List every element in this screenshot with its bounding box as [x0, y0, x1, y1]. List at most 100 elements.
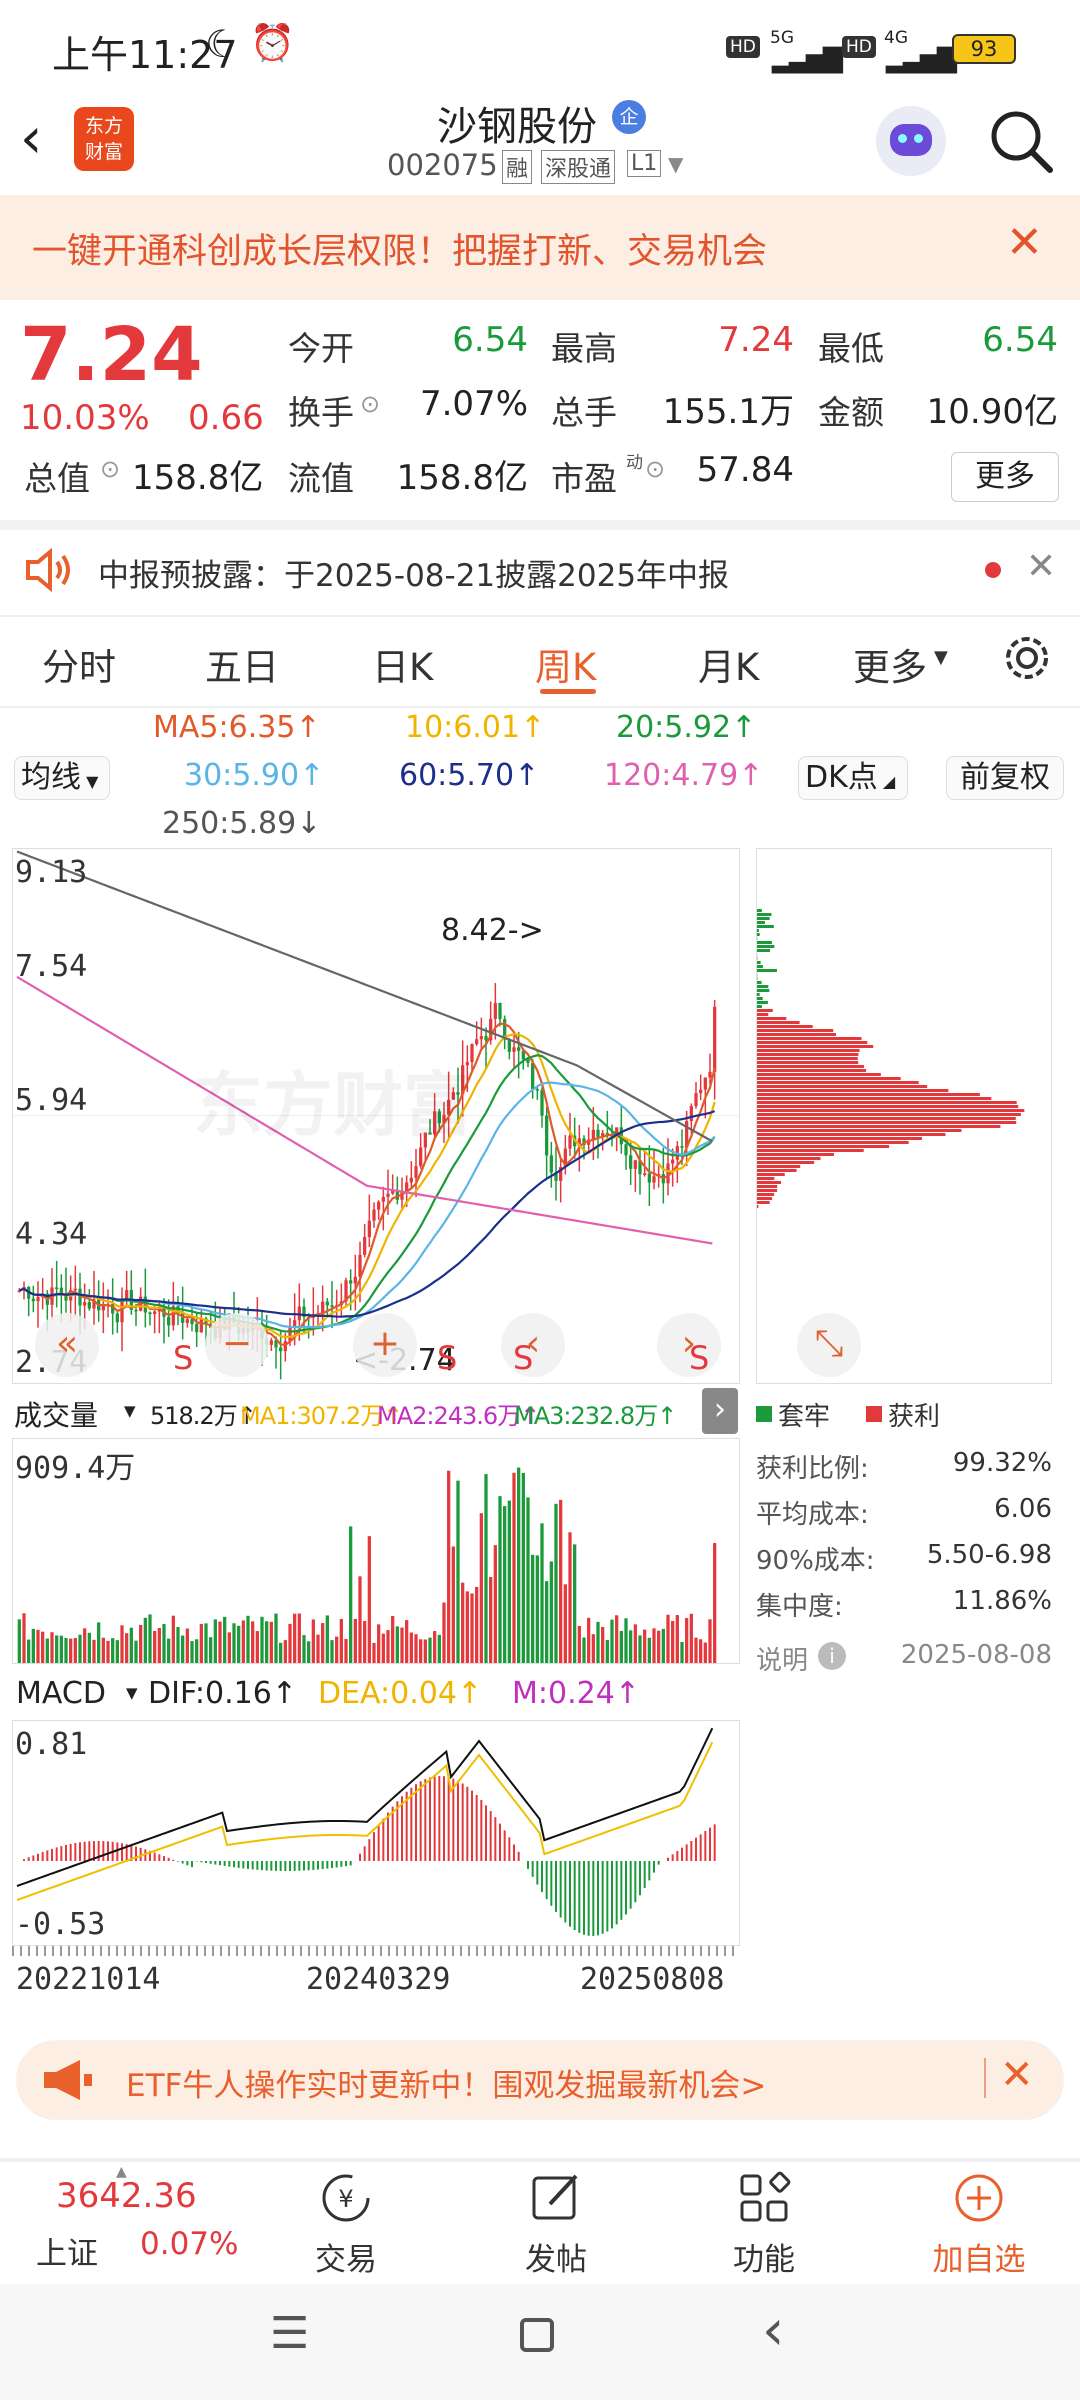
chip-bar [757, 965, 763, 968]
volume-max-label: 909.4万 [15, 1451, 136, 1486]
info-icon[interactable]: ⊙ [100, 455, 120, 483]
add-watchlist-button[interactable]: 加自选 [914, 2170, 1044, 2279]
back-icon[interactable]: ‹ [20, 106, 42, 171]
volume-bar [59, 1635, 63, 1663]
info-icon[interactable]: ⊙ [360, 390, 380, 418]
pe-value: 57.84 [696, 450, 794, 490]
index-ticker[interactable]: ▲ 3642.36 上证 0.07% [0, 2162, 240, 2282]
notice-bar[interactable]: 中报预披露：于2025-08-21披露2025年中报 ✕ [0, 530, 1080, 615]
caret-down-icon[interactable]: ▼ [668, 152, 683, 176]
close-icon[interactable]: ✕ [1006, 217, 1043, 268]
functions-button[interactable]: 功能 [704, 2170, 824, 2279]
chip-date: 2025-08-08 [900, 1640, 1052, 1670]
close-icon[interactable]: ✕ [1000, 2052, 1034, 2098]
volume-bar [246, 1615, 250, 1663]
tab-daily-k[interactable]: 日K [372, 637, 433, 691]
volume-bar [591, 1634, 595, 1663]
info-icon[interactable]: ⊙ [645, 455, 665, 483]
info-icon[interactable]: i [818, 1642, 846, 1670]
chip-bar [757, 1009, 773, 1012]
amount-value: 10.90亿 [926, 392, 1058, 432]
chip-distribution-chart[interactable]: ⤡ [756, 848, 1052, 1384]
tab-five-day[interactable]: 五日 [205, 637, 279, 691]
chip-bar [757, 1061, 859, 1064]
assistant-avatar[interactable] [876, 106, 946, 176]
scroll-left-button[interactable]: « [35, 1313, 99, 1377]
chip-bar [757, 933, 760, 936]
chip-bar [757, 961, 761, 964]
volume-bar [545, 1581, 549, 1663]
promo-banner[interactable]: 一键开通科创成长层权限！把握打新、交易机会 ✕ [0, 195, 1080, 300]
divider [0, 520, 1080, 530]
volume-bar [55, 1635, 59, 1663]
expand-right-icon[interactable]: › [702, 1388, 738, 1434]
macd-bottom-label: -0.53 [15, 1907, 106, 1942]
avg-cost-value: 6.06 [994, 1494, 1052, 1524]
macd-chart[interactable]: 0.81 -0.53 [12, 1720, 740, 1946]
candle-body [134, 1309, 138, 1312]
margin-tag: 融 [502, 150, 533, 184]
trapped-label: 套牢 [778, 1402, 831, 1432]
y-label-2: 7.54 [15, 949, 88, 984]
chip-bar [757, 1005, 762, 1008]
trade-button[interactable]: ¥ 交易 [286, 2170, 406, 2279]
candle-body [689, 1106, 693, 1122]
macd-selector[interactable]: MACD [16, 1676, 106, 1711]
candle-body [36, 1297, 40, 1302]
candle-body [517, 1047, 521, 1051]
nav-bar: ‹ 东方 财富 沙钢股份 企 002075 融 深股通 L1 ▼ [0, 100, 1080, 195]
menu-icon[interactable]: ☰ [270, 2308, 309, 2359]
volume-chart[interactable]: 909.4万 [12, 1438, 740, 1664]
volume-bar [232, 1623, 236, 1663]
post-button[interactable]: 发帖 [496, 2170, 616, 2279]
volume-bar [363, 1621, 367, 1663]
volume-bar [227, 1632, 231, 1663]
moon-icon: ☾ [205, 22, 240, 66]
app-logo[interactable]: 东方 财富 [74, 107, 134, 171]
candle-body [633, 1160, 637, 1169]
hd-badge: HD [726, 36, 760, 58]
volume-selector[interactable]: 成交量 [14, 1394, 98, 1434]
ma-selector[interactable]: 均线 ▼ [14, 756, 110, 800]
adjust-selector[interactable]: 前复权 [946, 756, 1064, 800]
tab-intraday[interactable]: 分时 [42, 637, 116, 691]
volume-bar [283, 1640, 287, 1663]
candle-body [353, 1276, 357, 1284]
signal-icon-2: ▂▃▅▇ [886, 44, 957, 74]
chip-bar [757, 1185, 778, 1188]
settings-gear-icon[interactable] [1000, 631, 1054, 685]
back-icon[interactable]: ‹ [762, 2298, 784, 2363]
stock-name: 沙钢股份 [437, 104, 597, 150]
volume-bar [321, 1623, 325, 1663]
etf-banner[interactable]: ETF牛人操作实时更新中！围观发掘最新机会> ✕ [16, 2040, 1064, 2120]
zoom-in-button[interactable]: + [353, 1313, 417, 1377]
chip-legend: 套牢 获利 [756, 1394, 1056, 1434]
tab-monthly-k[interactable]: 月K [698, 637, 759, 691]
chip-bar [757, 1113, 1021, 1116]
ma30-label: 30:5.90↑ [184, 758, 325, 793]
chip-bar [757, 1085, 928, 1088]
chip-note[interactable]: 说明 [756, 1640, 808, 1677]
candle-body [703, 1077, 707, 1090]
notice-text: 中报预披露：于2025-08-21披露2025年中报 [98, 558, 730, 594]
add-circle-icon [955, 2174, 1003, 2222]
bottom-toolbar: ▲ 3642.36 上证 0.07% ¥ 交易 发帖 功能 加自选 [0, 2162, 1080, 2282]
expand-icon[interactable]: ⤡ [797, 1313, 861, 1377]
more-button[interactable]: 更多 [951, 452, 1059, 502]
tab-more[interactable]: 更多 [853, 637, 927, 691]
avg-cost-label: 平均成本: [756, 1500, 869, 1530]
tab-weekly-k[interactable]: 周K [535, 637, 596, 691]
chip-bar [757, 1189, 778, 1192]
candle-body [694, 1093, 698, 1107]
chip-bar [757, 1109, 1025, 1112]
search-icon[interactable] [986, 106, 1056, 176]
zoom-out-button[interactable]: − [205, 1313, 269, 1377]
kline-chart[interactable]: 东方财富 9.13 7.54 5.94 4.34 2.74 8.42-> <-2… [12, 848, 740, 1384]
stock-code: 002075 [387, 148, 498, 182]
home-icon[interactable] [520, 2318, 554, 2352]
volume-bar [475, 1586, 479, 1663]
close-icon[interactable]: ✕ [1026, 546, 1056, 587]
dk-point-selector[interactable]: DK点 ◢ [798, 756, 908, 800]
volume-bar [456, 1480, 460, 1663]
volume-bar [265, 1621, 269, 1663]
